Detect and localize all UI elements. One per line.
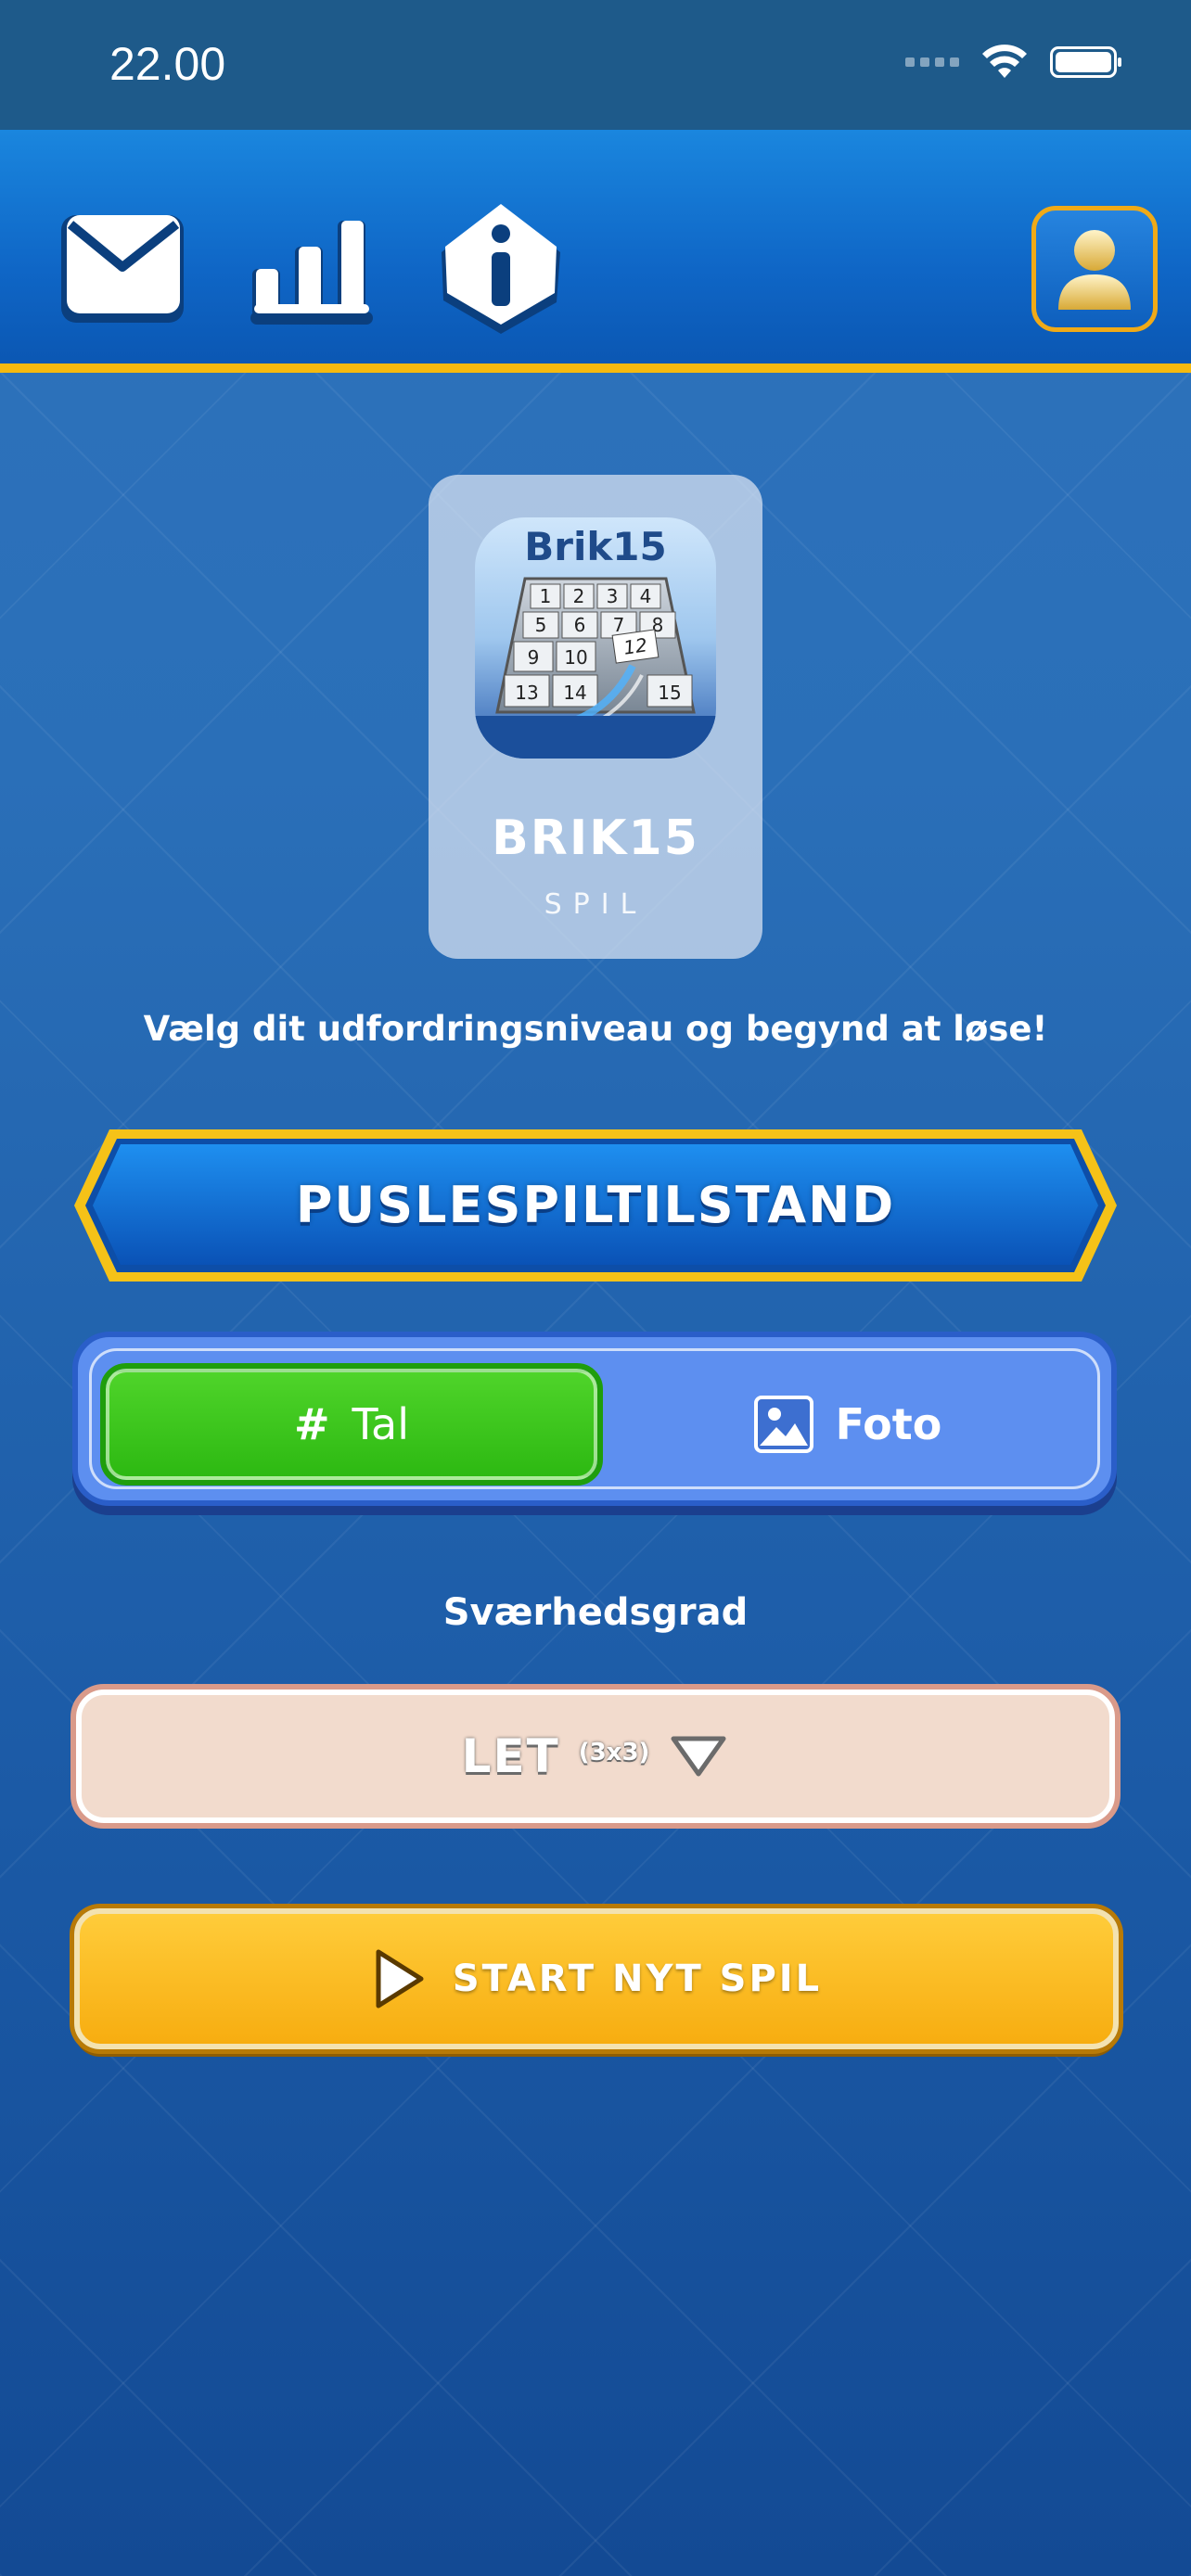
instruction-text: Vælg dit udfordringsniveau og begynd at … xyxy=(143,1009,1048,1049)
svg-text:3: 3 xyxy=(607,585,619,607)
svg-text:7: 7 xyxy=(613,614,625,636)
game-card[interactable]: Brik15 1 2 3 4 5 6 7 8 9 10 12 13 14 15 … xyxy=(429,475,762,959)
svg-text:9: 9 xyxy=(528,646,540,669)
svg-text:10: 10 xyxy=(564,646,587,669)
difficulty-size: (3x3) xyxy=(578,1739,650,1766)
game-title: BRIK15 xyxy=(492,810,699,866)
signal-icon xyxy=(905,57,959,67)
tal-option-button[interactable]: # Tal xyxy=(100,1363,603,1486)
svg-text:12: 12 xyxy=(622,633,649,658)
foto-option-button[interactable]: Foto xyxy=(616,1369,1080,1480)
status-bar: 22.00 xyxy=(0,0,1191,130)
difficulty-value: LET xyxy=(461,1729,560,1783)
svg-text:4: 4 xyxy=(640,585,652,607)
background-pattern xyxy=(0,0,1191,2576)
svg-text:1: 1 xyxy=(540,585,552,607)
puzzle-mode-title: PUSLESPILTILSTAND xyxy=(295,1176,896,1234)
difficulty-dropdown[interactable]: LET (3x3) xyxy=(70,1684,1121,1829)
svg-text:14: 14 xyxy=(563,682,586,704)
mode-toggle: # Tal Foto xyxy=(72,1332,1117,1506)
hash-icon: # xyxy=(294,1399,330,1449)
status-icons xyxy=(905,45,1121,80)
foto-label: Foto xyxy=(835,1399,942,1449)
status-time: 22.00 xyxy=(109,38,226,90)
svg-text:13: 13 xyxy=(515,682,538,704)
profile-button[interactable] xyxy=(1031,206,1158,332)
svg-text:2: 2 xyxy=(573,585,585,607)
start-button-label: START NYT SPIL xyxy=(452,1958,823,2000)
tal-label: Tal xyxy=(352,1399,409,1449)
svg-text:6: 6 xyxy=(574,614,586,636)
battery-icon xyxy=(1050,46,1121,78)
chevron-down-icon xyxy=(671,1736,726,1777)
start-new-game-button[interactable]: START NYT SPIL xyxy=(74,1908,1119,2049)
game-subtitle: SPIL xyxy=(544,888,647,921)
photo-icon xyxy=(753,1396,813,1453)
profile-icon xyxy=(1058,230,1131,310)
svg-text:15: 15 xyxy=(658,682,681,704)
puzzle-mode-banner: PUSLESPILTILSTAND xyxy=(72,1126,1119,1285)
brik15-app-icon: Brik15 1 2 3 4 5 6 7 8 9 10 12 13 14 15 xyxy=(475,517,716,759)
mail-icon[interactable] xyxy=(58,210,187,326)
svg-text:5: 5 xyxy=(535,614,547,636)
icon-title: Brik15 xyxy=(524,524,667,569)
top-toolbar xyxy=(0,130,1191,373)
play-icon xyxy=(376,1949,424,2009)
difficulty-label: Sværhedsgrad xyxy=(442,1591,749,1634)
wifi-icon xyxy=(982,45,1027,78)
stats-icon[interactable] xyxy=(247,211,377,326)
info-icon[interactable] xyxy=(434,200,568,338)
